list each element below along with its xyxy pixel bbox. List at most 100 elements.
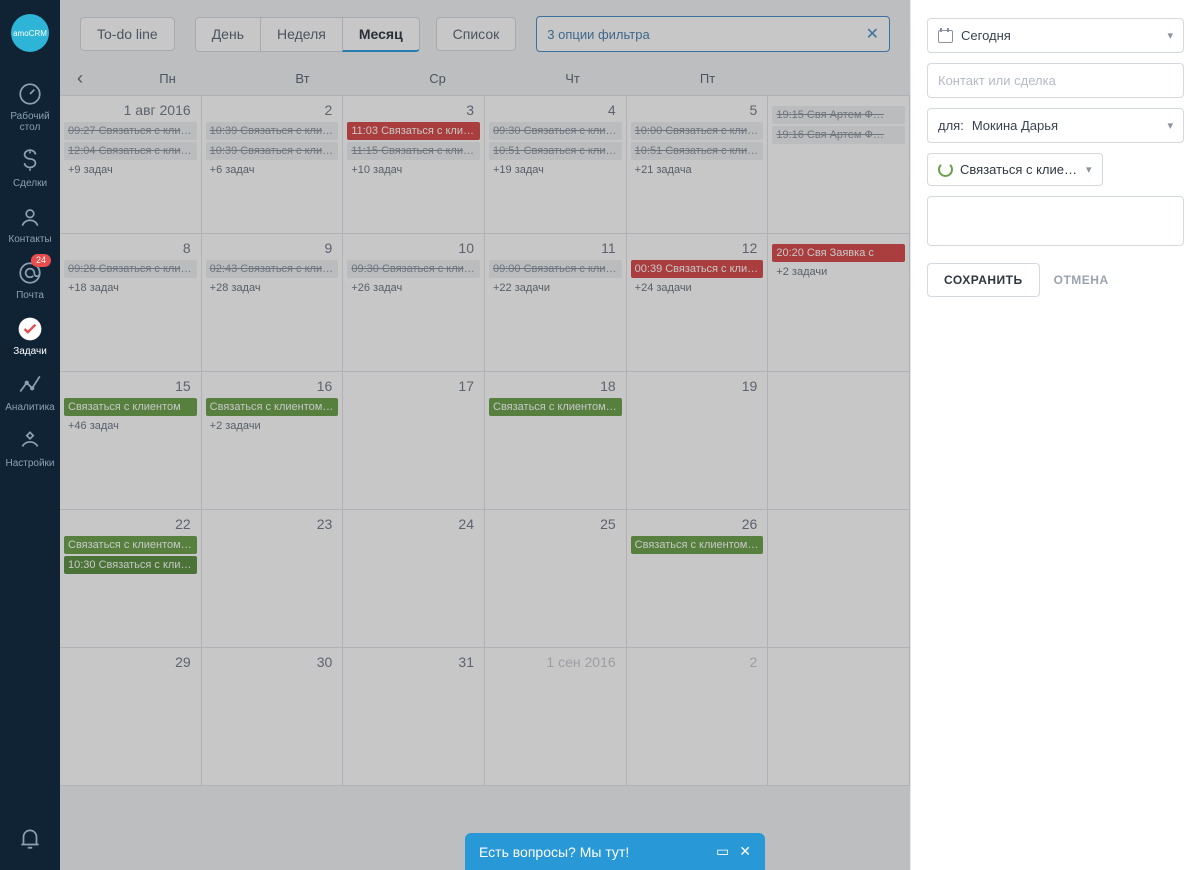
chat-widget[interactable]: Есть вопросы? Мы тут! ▭ ✕ bbox=[465, 833, 765, 870]
todo-line-button[interactable]: To-do line bbox=[80, 17, 175, 51]
calendar-cell[interactable]: 22Связаться с клиентом почтовик, Промнеф… bbox=[60, 510, 202, 648]
calendar-event[interactable]: Связаться с клиентом Алексей… , Сделать … bbox=[631, 536, 764, 554]
more-tasks[interactable]: +10 задач bbox=[347, 162, 480, 178]
calendar-event[interactable]: Связаться с клиентом почтовик, Промнефте… bbox=[64, 536, 197, 554]
calendar-cell[interactable]: 24 bbox=[343, 510, 485, 648]
more-tasks[interactable]: +46 задач bbox=[64, 418, 197, 434]
calendar-cell[interactable]: 1009:30 Связаться с клиентом TV Shop… , … bbox=[343, 234, 485, 372]
calendar-cell[interactable]: 409:30 Связаться с клиентом Максибу… , И… bbox=[485, 96, 627, 234]
more-tasks[interactable]: +18 задач bbox=[64, 280, 197, 296]
nav-item-settings[interactable]: Настройки bbox=[0, 419, 60, 475]
prev-month-button[interactable]: ‹ bbox=[60, 68, 100, 89]
calendar-event[interactable]: 19:15 Свя Артем Ф… bbox=[772, 106, 905, 124]
calendar-cell[interactable]: 23 bbox=[202, 510, 344, 648]
calendar-cell[interactable]: 2 bbox=[627, 648, 769, 786]
filter-clear-icon[interactable]: ✕ bbox=[866, 24, 879, 44]
calendar-event[interactable]: 09:27 Связаться с клиентом Джанар, Конта… bbox=[64, 122, 197, 140]
nav-badge: 24 bbox=[31, 254, 51, 267]
calendar-event[interactable]: 10:39 Связаться с клиентом Андрей, Пропу… bbox=[206, 122, 339, 140]
calendar-cell[interactable] bbox=[768, 648, 910, 786]
cell-date: 19 bbox=[631, 376, 764, 398]
calendar-cell[interactable]: 210:39 Связаться с клиентом Андрей, Проп… bbox=[202, 96, 344, 234]
calendar-event[interactable]: 10:00 Связаться с клиентом Заявка с… , О… bbox=[631, 122, 764, 140]
cancel-button[interactable]: ОТМЕНА bbox=[1054, 273, 1109, 287]
more-tasks[interactable]: +24 задачи bbox=[631, 280, 764, 296]
calendar-event[interactable]: 09:30 Связаться с клиентом Максибу… , Ин… bbox=[489, 122, 622, 140]
more-tasks[interactable]: +26 задач bbox=[347, 280, 480, 296]
calendar-cell[interactable]: 1 сен 2016 bbox=[485, 648, 627, 786]
calendar-cell[interactable]: 26Связаться с клиентом Алексей… , Сделат… bbox=[627, 510, 769, 648]
cell-date bbox=[772, 376, 905, 382]
calendar-event[interactable]: 19:16 Свя Артем Ф… bbox=[772, 126, 905, 144]
calendar-event[interactable]: 12:04 Связаться с клиентом Дмитрий, по п… bbox=[64, 142, 197, 160]
calendar-event[interactable]: 02:43 Связаться с клиентом Andrey, ок bbox=[206, 260, 339, 278]
calendar-cell[interactable]: 1200:39 Связаться с клиенто Илья, Пропущ… bbox=[627, 234, 769, 372]
calendar-cell[interactable]: 17 bbox=[343, 372, 485, 510]
calendar-event[interactable]: 10:30 Связаться с клиентом Сеспель … , О… bbox=[64, 556, 197, 574]
more-tasks[interactable]: +21 задача bbox=[631, 162, 764, 178]
more-tasks[interactable]: +28 задач bbox=[206, 280, 339, 296]
nav-item-dashboard[interactable]: Рабочий стол bbox=[0, 72, 60, 139]
calendar-cell[interactable]: 16Связаться с клиентом Сергей … , Ждём о… bbox=[202, 372, 344, 510]
chat-close-icon[interactable]: ✕ bbox=[739, 843, 751, 860]
calendar-cell[interactable]: 20:20 Свя Заявка с +2 задачи bbox=[768, 234, 910, 372]
logo[interactable]: amoCRM bbox=[11, 14, 49, 52]
view-day-button[interactable]: День bbox=[195, 17, 261, 52]
filter-input[interactable]: 3 опции фильтра ✕ bbox=[536, 16, 890, 52]
view-list-button[interactable]: Список bbox=[436, 17, 517, 51]
more-tasks[interactable]: +19 задач bbox=[489, 162, 622, 178]
calendar-event[interactable]: Связаться с клиентом Почтовик, Тестирует… bbox=[489, 398, 622, 416]
cell-date: 24 bbox=[347, 514, 480, 536]
calendar-event[interactable]: 11:15 Связаться с клиентом Бухгалте… , З… bbox=[347, 142, 480, 160]
nav-item-deals[interactable]: Сделки bbox=[0, 139, 60, 195]
calendar-cell[interactable]: 1109:00 Связаться с клиентом ЭНКОМ-… , П… bbox=[485, 234, 627, 372]
calendar-event[interactable]: 10:51 Связаться с клиентом Дмитрий… , За… bbox=[631, 142, 764, 160]
more-tasks[interactable]: +6 задач bbox=[206, 162, 339, 178]
calendar-event[interactable]: Связаться с клиентом Сергей … , Ждём опл… bbox=[206, 398, 339, 416]
calendar-cell[interactable] bbox=[768, 510, 910, 648]
save-button[interactable]: СОХРАНИТЬ bbox=[927, 263, 1040, 297]
nav-item-tasks[interactable]: Задачи bbox=[0, 307, 60, 363]
date-select[interactable]: Сегодня ▾ bbox=[927, 18, 1184, 53]
calendar-cell[interactable]: 30 bbox=[202, 648, 344, 786]
calendar-event[interactable]: 09:00 Связаться с клиентом ЭНКОМ-… , При… bbox=[489, 260, 622, 278]
calendar-event[interactable]: 11:03 Связаться с клиенто Илья, Пропущен… bbox=[347, 122, 480, 140]
nav-item-mail[interactable]: Почта 24 bbox=[0, 251, 60, 307]
calendar-cell[interactable]: 1 авг 201609:27 Связаться с клиентом Джа… bbox=[60, 96, 202, 234]
calendar-cell[interactable]: 311:03 Связаться с клиенто Илья, Пропуще… bbox=[343, 96, 485, 234]
calendar-event[interactable]: 10:39 Связаться с клиентом Андрей, Пропу… bbox=[206, 142, 339, 160]
calendar-cell[interactable]: 18Связаться с клиентом Почтовик, Тестиру… bbox=[485, 372, 627, 510]
calendar-cell[interactable]: 902:43 Связаться с клиентом Andrey, ок+2… bbox=[202, 234, 344, 372]
calendar-event[interactable]: 09:30 Связаться с клиентом TV Shop… , От… bbox=[347, 260, 480, 278]
calendar-cell[interactable]: 25 bbox=[485, 510, 627, 648]
more-tasks[interactable]: +2 задачи bbox=[206, 418, 339, 434]
calendar-cell[interactable]: 29 bbox=[60, 648, 202, 786]
calendar-cell[interactable]: 31 bbox=[343, 648, 485, 786]
nav-item-contacts[interactable]: Контакты bbox=[0, 195, 60, 251]
calendar-cell[interactable] bbox=[768, 372, 910, 510]
calendar-event[interactable]: 09:28 Связаться с клиентом Евгений … , З… bbox=[64, 260, 197, 278]
calendar-cell[interactable]: 510:00 Связаться с клиентом Заявка с… , … bbox=[627, 96, 769, 234]
calendar-event[interactable]: 20:20 Свя Заявка с bbox=[772, 244, 905, 262]
calendar-event[interactable]: 00:39 Связаться с клиенто Илья, Пропущен… bbox=[631, 260, 764, 278]
more-tasks[interactable]: +22 задачи bbox=[489, 280, 622, 296]
calendar-cell[interactable]: 19:15 Свя Артем Ф… 19:16 Свя Артем Ф… bbox=[768, 96, 910, 234]
calendar-cell[interactable]: 809:28 Связаться с клиентом Евгений … , … bbox=[60, 234, 202, 372]
nav-item-analytics[interactable]: Аналитика bbox=[0, 363, 60, 419]
view-week-button[interactable]: Неделя bbox=[260, 17, 343, 52]
calendar-event[interactable]: Связаться с клиентом bbox=[64, 398, 197, 416]
calendar-icon bbox=[938, 28, 953, 43]
task-type-select[interactable]: Связаться с клие… ▾ bbox=[927, 153, 1103, 186]
notifications-bell[interactable] bbox=[0, 816, 60, 870]
assignee-select[interactable]: для: Мокина Дарья ▾ bbox=[927, 108, 1184, 143]
view-month-button[interactable]: Месяц bbox=[342, 17, 420, 52]
more-tasks[interactable]: +9 задач bbox=[64, 162, 197, 178]
calendar-cell[interactable]: 19 bbox=[627, 372, 769, 510]
chat-minimize-icon[interactable]: ▭ bbox=[716, 843, 729, 860]
note-textarea[interactable] bbox=[927, 196, 1184, 246]
calendar-cell[interactable]: 15Связаться с клиентом+46 задач bbox=[60, 372, 202, 510]
more-tasks[interactable]: +2 задачи bbox=[772, 264, 905, 280]
calendar-event[interactable]: 10:51 Связаться с клиентом Новый К… , За… bbox=[489, 142, 622, 160]
cell-date: 18 bbox=[489, 376, 622, 398]
contact-input[interactable] bbox=[927, 63, 1184, 98]
